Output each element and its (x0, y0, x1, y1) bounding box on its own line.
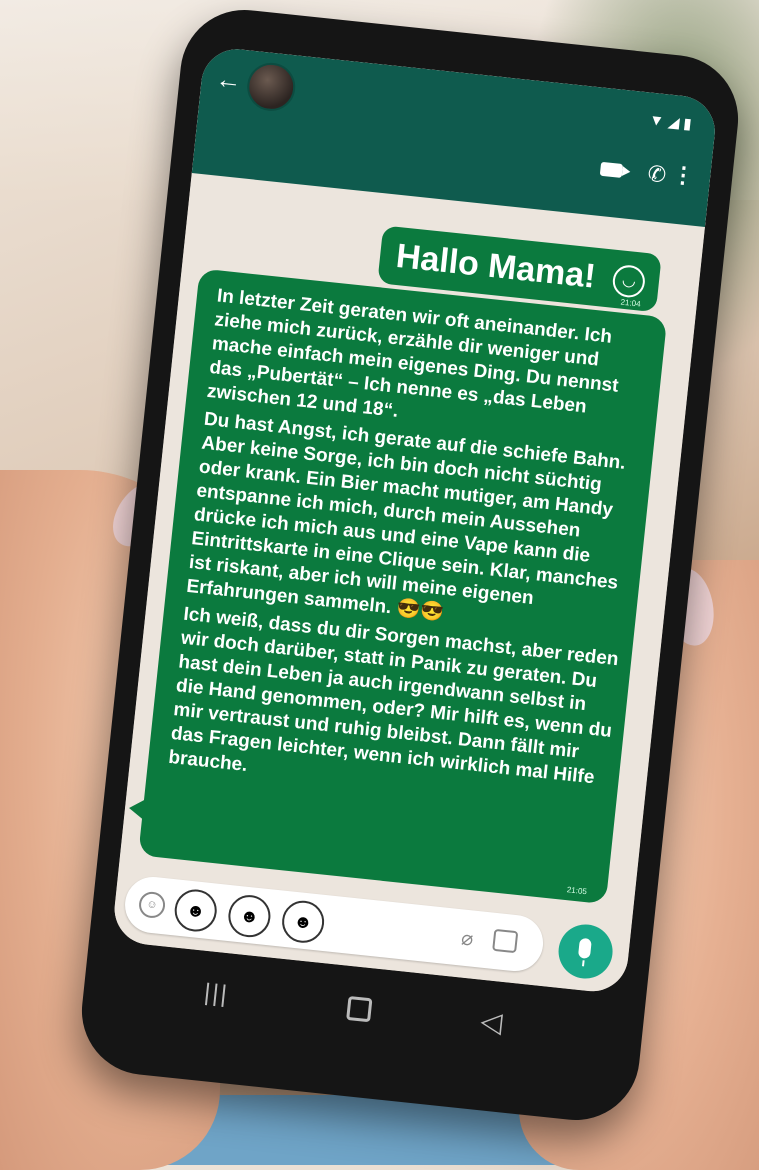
phone: ← ▼◢▮ ✆ ⋮ Hallo Mama! ◡ 21:04 In letzter… (75, 3, 745, 1127)
chat-screen: ← ▼◢▮ ✆ ⋮ Hallo Mama! ◡ 21:04 In letzter… (111, 45, 719, 995)
message-time: 21:05 (566, 885, 588, 897)
more-menu-icon[interactable]: ⋮ (671, 161, 695, 189)
grinning-face-icon: ◡ (611, 263, 647, 299)
home-icon[interactable] (346, 995, 373, 1023)
message-time: 21:04 (620, 297, 641, 309)
sticker-icon[interactable]: ☻ (226, 893, 273, 940)
sunglasses-face-icon: 😎😎 (395, 597, 445, 624)
camera-icon[interactable] (492, 928, 519, 954)
message-text: In letzter Zeit geraten wir oft aneinand… (167, 284, 656, 815)
video-call-icon[interactable] (599, 161, 624, 178)
message-bubble-long[interactable]: In letzter Zeit geraten wir oft aneinand… (138, 268, 668, 905)
phone-call-icon[interactable]: ✆ (646, 161, 668, 189)
sticker-icon[interactable]: ☻ (172, 887, 219, 934)
recent-apps-icon[interactable]: ||| (203, 979, 230, 1009)
contact-avatar[interactable] (244, 60, 298, 114)
microphone-icon (577, 937, 592, 959)
paperclip-icon[interactable]: ⌀ (460, 925, 475, 951)
emoji-icon[interactable]: ☺ (137, 890, 167, 920)
status-icons: ▼◢▮ (648, 111, 697, 134)
back-icon[interactable]: ◁ (479, 1004, 504, 1039)
message-text: Hallo Mama! (394, 236, 598, 296)
back-arrow-icon[interactable]: ← (214, 63, 243, 96)
sticker-icon[interactable]: ☻ (280, 898, 327, 945)
